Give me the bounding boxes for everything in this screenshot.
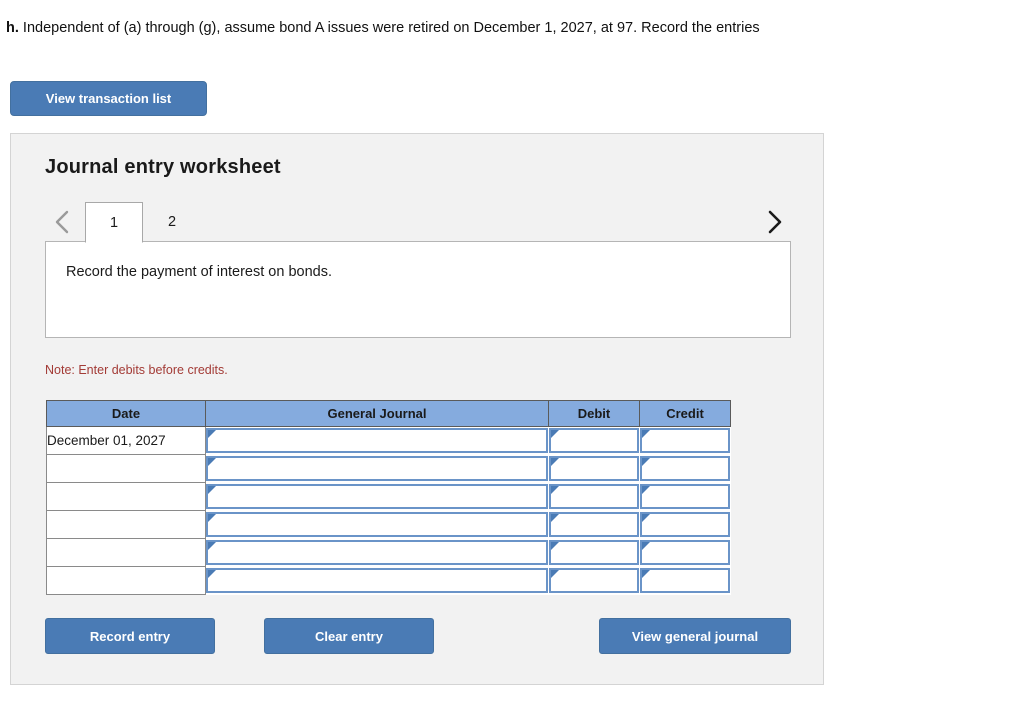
general-journal-input-row-1[interactable]	[206, 428, 548, 454]
date-cell-row-3[interactable]	[46, 482, 206, 511]
worksheet-title: Journal entry worksheet	[45, 156, 281, 178]
journal-entry-table: Date General Journal Debit Credit Decemb…	[46, 400, 731, 595]
date-cell-row-5[interactable]	[46, 538, 206, 567]
credit-input-row-2[interactable]	[639, 456, 730, 481]
debit-input-row-2[interactable]	[548, 456, 639, 481]
chevron-left-icon	[54, 209, 71, 235]
question-text: Independent of (a) through (g), assume b…	[22, 20, 760, 36]
tab-2[interactable]: 2	[143, 201, 201, 242]
table-header-row: Date General Journal Debit Credit	[46, 400, 731, 427]
general-journal-cell-row-1	[206, 427, 549, 455]
tab-1-label: 1	[109, 214, 119, 231]
general-journal-input-row-2[interactable]	[206, 456, 548, 481]
debit-input-row-3[interactable]	[548, 484, 639, 509]
debit-cell-row-3	[548, 483, 640, 511]
general-journal-cell-row-4	[206, 511, 549, 539]
date-cell-row-2[interactable]	[46, 454, 206, 483]
view-transaction-list-button[interactable]: View transaction list	[10, 81, 207, 116]
debit-input-row-5[interactable]	[548, 540, 639, 565]
view-general-journal-button[interactable]: View general journal	[599, 618, 791, 654]
general-journal-cell-row-2	[206, 455, 549, 483]
credit-input-row-6[interactable]	[639, 568, 730, 593]
worksheet-actions: Record entry Clear entry View general jo…	[45, 618, 791, 654]
debit-input-row-4[interactable]	[548, 512, 639, 537]
credit-input-row-5[interactable]	[639, 540, 730, 565]
general-journal-input-row-3[interactable]	[206, 484, 548, 509]
table-row	[46, 510, 731, 539]
worksheet-tabstrip: 1 2	[45, 201, 791, 243]
general-journal-cell-row-5	[206, 539, 549, 567]
question-label: h.	[6, 20, 19, 36]
chevron-right-icon	[766, 209, 783, 235]
table-row	[46, 454, 731, 483]
debit-cell-row-1	[548, 427, 640, 455]
table-row	[46, 538, 731, 567]
tab-2-label: 2	[167, 213, 177, 230]
date-cell-row-6[interactable]	[46, 566, 206, 595]
credit-input-row-1[interactable]	[639, 428, 730, 454]
question-prompt: h. Independent of (a) through (g), assum…	[6, 18, 1016, 38]
date-cell-row-4[interactable]	[46, 510, 206, 539]
table-row: December 01, 2027	[46, 426, 731, 455]
general-journal-input-row-5[interactable]	[206, 540, 548, 565]
general-journal-cell-row-3	[206, 483, 549, 511]
general-journal-input-row-4[interactable]	[206, 512, 548, 537]
table-row	[46, 482, 731, 511]
debits-before-credits-note: Note: Enter debits before credits.	[45, 363, 228, 377]
debit-cell-row-2	[548, 455, 640, 483]
journal-entry-worksheet-panel: Journal entry worksheet 1 2 Record the p…	[10, 133, 824, 685]
credit-input-row-3[interactable]	[639, 484, 730, 509]
credit-cell-row-6	[639, 567, 731, 595]
instruction-text: Record the payment of interest on bonds.	[66, 264, 332, 280]
column-header-debit: Debit	[548, 400, 640, 427]
column-header-credit: Credit	[639, 400, 731, 427]
credit-cell-row-5	[639, 539, 731, 567]
credit-cell-row-3	[639, 483, 731, 511]
credit-input-row-4[interactable]	[639, 512, 730, 537]
debit-cell-row-5	[548, 539, 640, 567]
credit-cell-row-2	[639, 455, 731, 483]
tab-next-button[interactable]	[757, 201, 791, 242]
debit-input-row-1[interactable]	[548, 428, 639, 454]
general-journal-input-row-6[interactable]	[206, 568, 548, 593]
credit-cell-row-4	[639, 511, 731, 539]
debit-cell-row-4	[548, 511, 640, 539]
tab-1[interactable]: 1	[85, 202, 143, 243]
tab-list: 1 2	[85, 201, 201, 243]
general-journal-cell-row-6	[206, 567, 549, 595]
instruction-box: Record the payment of interest on bonds.	[45, 241, 791, 338]
clear-entry-button[interactable]: Clear entry	[264, 618, 434, 654]
column-header-date: Date	[46, 400, 206, 427]
debit-cell-row-6	[548, 567, 640, 595]
column-header-general-journal: General Journal	[205, 400, 549, 427]
date-cell-row-1[interactable]: December 01, 2027	[46, 426, 206, 455]
debit-input-row-6[interactable]	[548, 568, 639, 593]
credit-cell-row-1	[639, 427, 731, 455]
tab-prev-button[interactable]	[45, 201, 79, 242]
table-row	[46, 566, 731, 595]
record-entry-button[interactable]: Record entry	[45, 618, 215, 654]
